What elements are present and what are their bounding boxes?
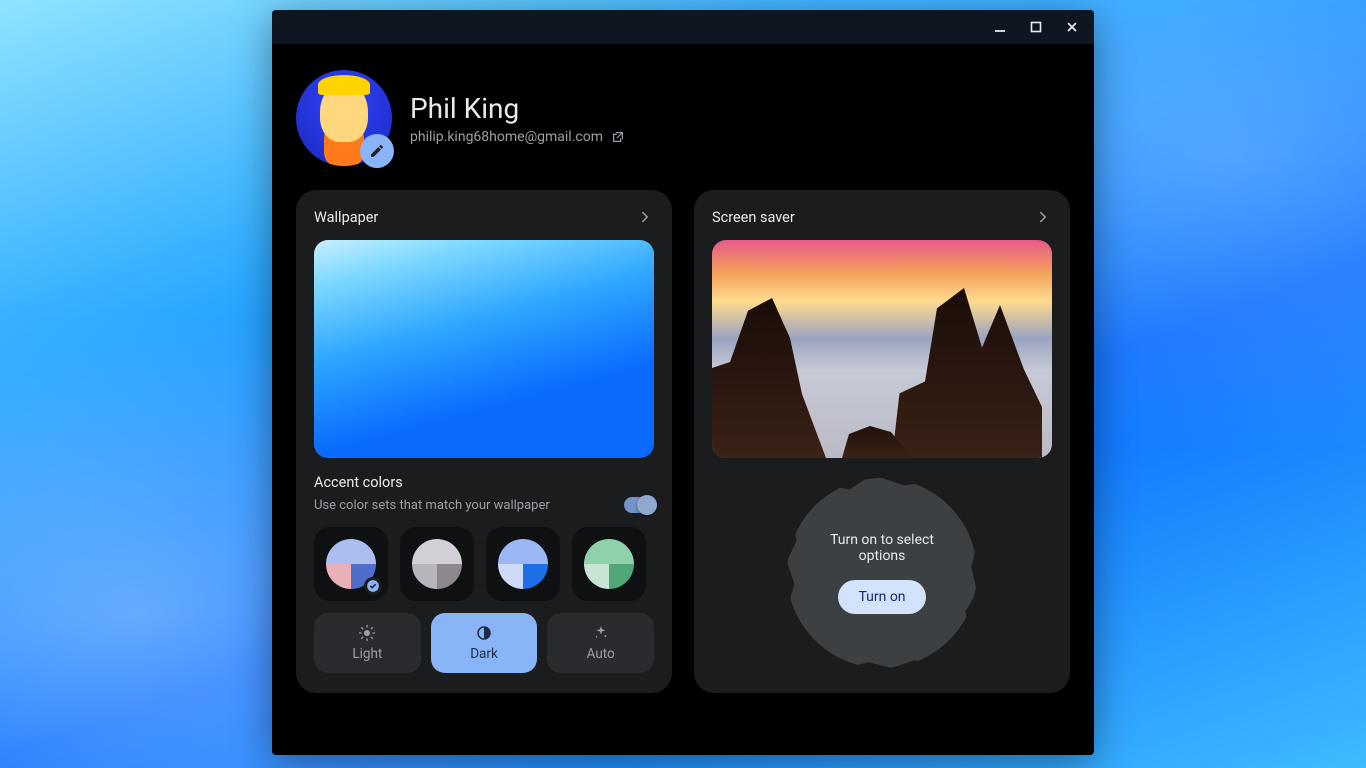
- theme-dark-label: Dark: [470, 646, 498, 662]
- theme-auto-button[interactable]: Auto: [547, 613, 654, 673]
- screensaver-title: Screen saver: [712, 209, 795, 226]
- screensaver-header[interactable]: Screen saver: [712, 208, 1052, 226]
- wallpaper-preview[interactable]: [314, 240, 654, 458]
- check-icon: [364, 577, 382, 595]
- contrast-icon: [475, 624, 493, 642]
- wallpaper-card: Wallpaper Accent colors Use color sets t…: [296, 190, 672, 693]
- screensaver-preview[interactable]: [712, 240, 1052, 458]
- accent-swatch-0[interactable]: [314, 527, 388, 601]
- profile-info: Phil King philip.king68home@gmail.com: [410, 92, 625, 145]
- theme-light-label: Light: [352, 646, 382, 662]
- open-external-icon: [611, 130, 625, 144]
- avatar-wrap: [296, 70, 392, 166]
- chevron-right-icon: [1034, 208, 1052, 226]
- wallpaper-header[interactable]: Wallpaper: [314, 208, 654, 226]
- sparkle-icon: [592, 624, 610, 642]
- theme-row: Light Dark Auto: [314, 613, 654, 673]
- theme-auto-label: Auto: [587, 646, 615, 662]
- personalization-window: Phil King philip.king68home@gmail.com Wa…: [272, 10, 1094, 755]
- maximize-button[interactable]: [1022, 13, 1050, 41]
- accent-swatch-1[interactable]: [400, 527, 474, 601]
- screensaver-prompt-blob: Turn on to select options Turn on: [787, 478, 977, 668]
- theme-light-button[interactable]: Light: [314, 613, 421, 673]
- match-wallpaper-toggle[interactable]: [624, 497, 654, 513]
- screensaver-prompt-text: Turn on to select options: [812, 532, 952, 564]
- accent-swatch-2[interactable]: [486, 527, 560, 601]
- theme-dark-button[interactable]: Dark: [431, 613, 538, 673]
- edit-avatar-button[interactable]: [360, 134, 394, 168]
- close-button[interactable]: [1058, 13, 1086, 41]
- accent-colors-title: Accent colors: [314, 474, 654, 491]
- screensaver-turn-on-button[interactable]: Turn on: [838, 580, 925, 614]
- pencil-icon: [369, 143, 385, 159]
- titlebar: [272, 10, 1094, 44]
- profile-email: philip.king68home@gmail.com: [410, 129, 603, 145]
- screensaver-card: Screen saver Turn on to select options T…: [694, 190, 1070, 693]
- accent-swatch-3[interactable]: [572, 527, 646, 601]
- minimize-button[interactable]: [986, 13, 1014, 41]
- wallpaper-title: Wallpaper: [314, 209, 378, 226]
- accent-swatches: [314, 527, 654, 601]
- accent-colors-subtitle: Use color sets that match your wallpaper: [314, 498, 550, 513]
- profile-name: Phil King: [410, 92, 625, 125]
- profile-header: Phil King philip.king68home@gmail.com: [272, 44, 1094, 184]
- sun-icon: [358, 624, 376, 642]
- chevron-right-icon: [636, 208, 654, 226]
- profile-email-row[interactable]: philip.king68home@gmail.com: [410, 129, 625, 145]
